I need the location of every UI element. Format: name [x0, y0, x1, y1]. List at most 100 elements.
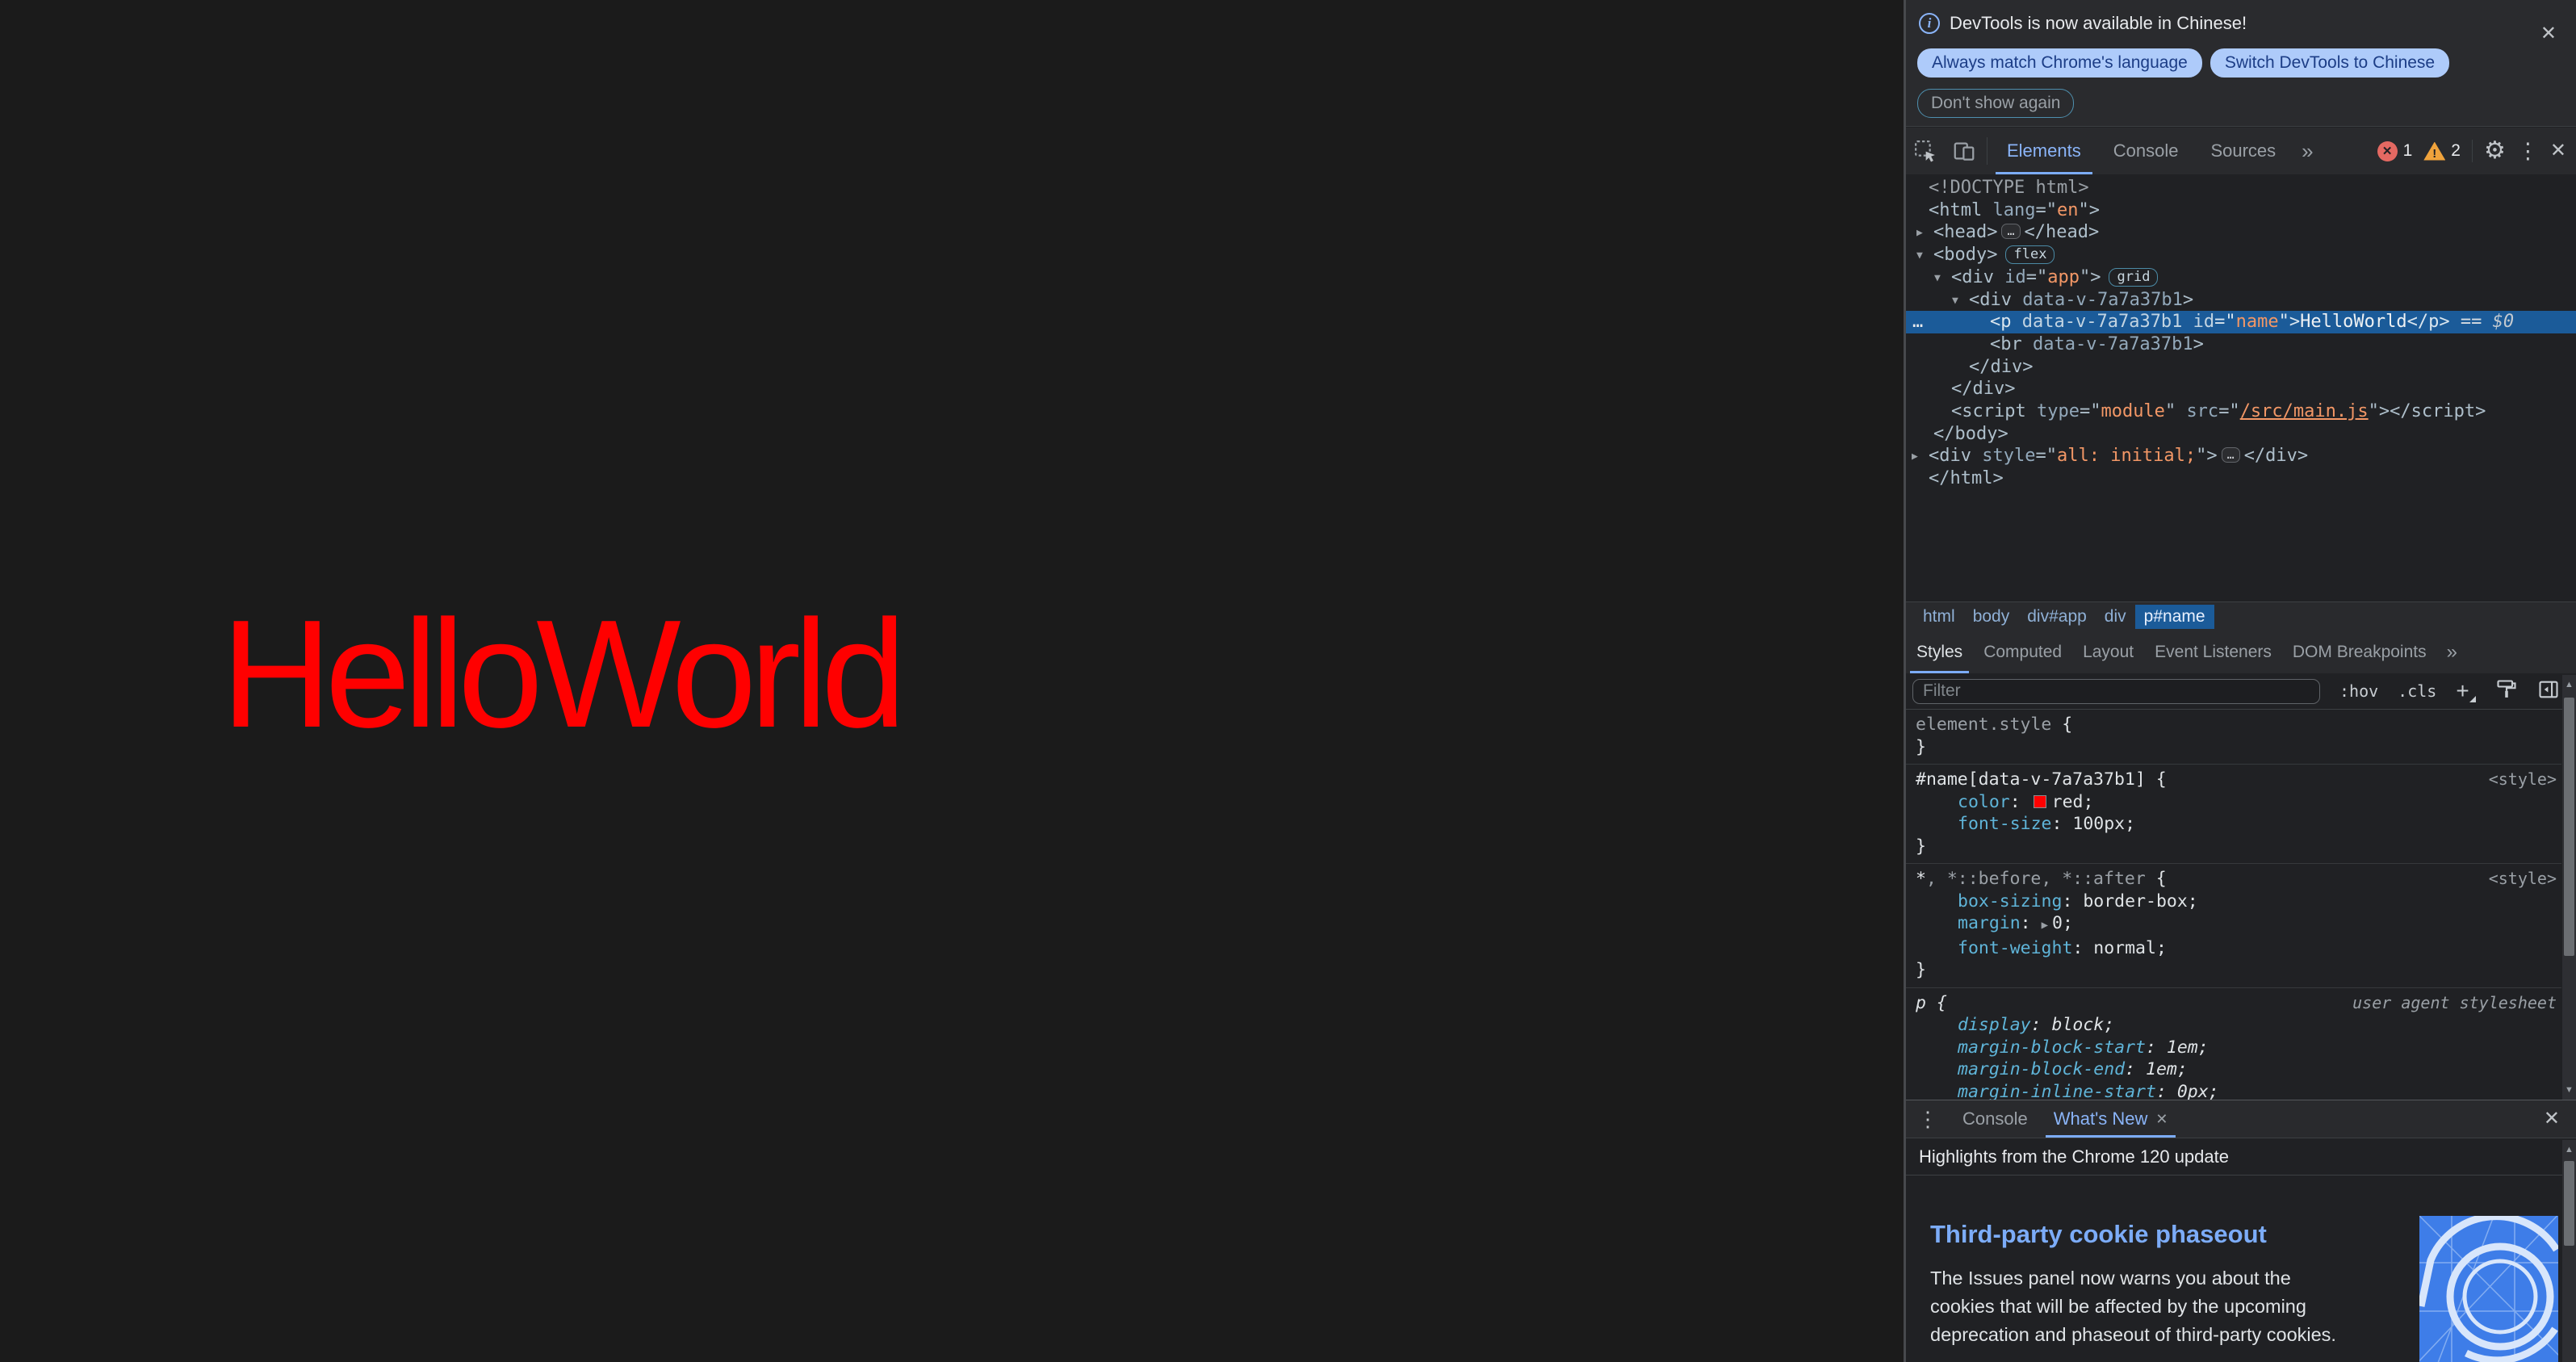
format-paint-icon[interactable]: [2495, 678, 2518, 705]
dom-tree-line[interactable]: ▼ <div id="app"> grid: [1906, 266, 2576, 289]
drawer-tab-console[interactable]: Console: [1950, 1100, 2041, 1138]
tab-computed[interactable]: Computed: [1973, 631, 2072, 673]
tab-event-listeners[interactable]: Event Listeners: [2144, 631, 2282, 673]
dom-tree-line[interactable]: <br data-v-7a7a37b1>: [1906, 333, 2576, 356]
dom-tree-line[interactable]: </div>: [1906, 356, 2576, 379]
switch-devtools-chinese-button[interactable]: Switch DevTools to Chinese: [2209, 48, 2450, 78]
warning-badge[interactable]: ! 2: [2423, 141, 2461, 161]
css-property-margin-block-start[interactable]: margin-block-start: 1em;: [1916, 1037, 2552, 1059]
notification-close-icon[interactable]: ✕: [2540, 24, 2557, 44]
code-token: <body>: [1933, 245, 1998, 266]
scroll-up-icon[interactable]: ▲: [2562, 1145, 2576, 1155]
tab-styles[interactable]: Styles: [1906, 631, 1973, 673]
toggle-pseudo-state-button[interactable]: :hov: [2339, 681, 2378, 701]
property-name: font-size: [1958, 814, 2052, 834]
expand-ellipsis-button[interactable]: …: [2001, 224, 2021, 240]
stylesheet-source-link[interactable]: <style>: [2489, 868, 2557, 891]
dont-show-again-button[interactable]: Don't show again: [1917, 89, 2075, 118]
breadcrumb-item-html[interactable]: html: [1914, 605, 1964, 629]
scrollbar-thumb[interactable]: [2564, 1161, 2574, 1246]
code-token: data-v-7a7a37b1: [2022, 289, 2183, 310]
scroll-down-icon[interactable]: ▼: [2562, 1085, 2576, 1095]
css-property-font-size[interactable]: font-size: 100px;: [1916, 813, 2552, 836]
breadcrumb-item-div[interactable]: div: [2096, 605, 2135, 629]
more-tabs-icon[interactable]: »: [2292, 128, 2323, 174]
expand-shorthand-icon[interactable]: ▶: [2042, 919, 2048, 932]
browser-page: HelloWorld: [0, 0, 1904, 1362]
dom-tree-line-selected[interactable]: … <p data-v-7a7a37b1 id="name">HelloWorld…: [1906, 311, 2576, 333]
whats-new-body: Third-party cookie phaseout The Issues p…: [1906, 1176, 2576, 1362]
id-name-rule: <style> #name[data-v-7a7a37b1] {color: re…: [1906, 765, 2561, 864]
notification-message-row: i DevTools is now available in Chinese!: [1919, 13, 2247, 34]
dom-tree-line[interactable]: <!DOCTYPE html>: [1906, 177, 2576, 199]
more-sidebar-tabs-icon[interactable]: »: [2437, 631, 2467, 673]
dom-tree-line[interactable]: </body>: [1906, 423, 2576, 446]
collapse-arrow-icon[interactable]: ▼: [1952, 290, 1958, 312]
rule-selector[interactable]: #name[data-v-7a7a37b1] {: [1916, 769, 2552, 791]
dom-tree-line[interactable]: ▶ <head>… </head>: [1906, 221, 2576, 244]
css-property-margin-block-end[interactable]: margin-block-end: 1em;: [1916, 1058, 2552, 1081]
code-token: app: [2047, 266, 2080, 287]
code-token: type: [2036, 401, 2080, 422]
css-property-display[interactable]: display: block;: [1916, 1014, 2552, 1037]
computed-sidebar-toggle-icon[interactable]: [2537, 678, 2560, 705]
tab-layout[interactable]: Layout: [2072, 631, 2144, 673]
tab-sources[interactable]: Sources: [2194, 128, 2292, 174]
code-token: ==: [2449, 312, 2493, 333]
breadcrumb-item-pname[interactable]: p#name: [2134, 605, 2214, 629]
drawer-tab-what-s-new[interactable]: What's New ✕: [2041, 1100, 2181, 1138]
whats-new-section-title[interactable]: Third-party cookie phaseout: [1930, 1220, 2267, 1249]
device-toolbar-icon[interactable]: [1945, 128, 1983, 174]
match-chrome-language-button[interactable]: Always match Chrome's language: [1917, 48, 2202, 78]
drawer-kebab-menu-icon[interactable]: ⋮: [1906, 1100, 1950, 1138]
css-property-margin[interactable]: margin: ▶ 0;: [1916, 912, 2552, 937]
kebab-menu-icon[interactable]: ⋮: [2517, 140, 2539, 162]
settings-gear-icon[interactable]: ⚙: [2484, 139, 2506, 163]
tab-elements[interactable]: Elements: [1991, 128, 2097, 174]
css-property-color[interactable]: color: red;: [1916, 791, 2552, 814]
expand-arrow-icon[interactable]: ▶: [1916, 222, 1923, 245]
collapse-arrow-icon[interactable]: ▼: [1916, 245, 1923, 267]
breadcrumb-item-divapp[interactable]: div#app: [2018, 605, 2096, 629]
error-badge[interactable]: ✕ 1: [2377, 140, 2412, 161]
tab-dom-breakpoints[interactable]: DOM Breakpoints: [2282, 631, 2437, 673]
dom-tree-line[interactable]: ▶ <div style="all: initial;">… </div>: [1906, 445, 2576, 467]
rule-selector[interactable]: element.style {: [1916, 714, 2552, 736]
property-value: normal;: [2093, 937, 2167, 958]
breadcrumb-item-body[interactable]: body: [1964, 605, 2019, 629]
dom-tree-line[interactable]: ▼ <body> flex: [1906, 244, 2576, 266]
code-token: <br: [1990, 333, 2033, 354]
color-swatch[interactable]: [2033, 794, 2046, 808]
scroll-up-icon[interactable]: ▲: [2562, 680, 2576, 689]
toggle-element-classes-button[interactable]: .cls: [2398, 681, 2436, 701]
styles-filter-input[interactable]: [1912, 678, 2320, 704]
rule-selector[interactable]: *, *::before, *::after {: [1916, 868, 2552, 891]
collapse-arrow-icon[interactable]: ▼: [1934, 267, 1941, 290]
new-style-rule-button[interactable]: +: [2456, 678, 2476, 704]
whats-new-section-text: The Issues panel now warns you about the…: [1930, 1268, 2336, 1345]
dom-tree-line[interactable]: <script type="module" src="/src/main.js"…: [1906, 400, 2576, 423]
css-property-box-sizing[interactable]: box-sizing: border-box;: [1916, 891, 2552, 913]
source-link[interactable]: /src/main.js: [2240, 401, 2369, 421]
notification-actions: Always match Chrome's language Switch Dev…: [1917, 48, 2450, 78]
tab-console[interactable]: Console: [2097, 128, 2195, 174]
grid-badge[interactable]: grid: [2109, 267, 2159, 287]
css-property-font-weight[interactable]: font-weight: normal;: [1916, 937, 2552, 960]
flex-badge[interactable]: flex: [2005, 245, 2055, 265]
stylesheet-source-link[interactable]: user agent stylesheet: [2352, 992, 2557, 1015]
expand-ellipsis-button[interactable]: …: [2221, 447, 2240, 463]
drawer-close-icon[interactable]: ✕: [2544, 1100, 2576, 1138]
dom-tree-line[interactable]: </div>: [1906, 378, 2576, 400]
warning-count: 2: [2451, 141, 2461, 160]
dom-tree-line[interactable]: </html>: [1906, 467, 2576, 490]
expand-arrow-icon[interactable]: ▶: [1912, 446, 1918, 468]
inspect-element-icon[interactable]: [1906, 128, 1945, 174]
css-property-margin-inline-start[interactable]: margin-inline-start: 0px;: [1916, 1081, 2552, 1100]
stylesheet-source-link[interactable]: <style>: [2489, 769, 2557, 791]
scrollbar-thumb[interactable]: [2564, 698, 2574, 956]
tab-close-icon[interactable]: ✕: [2155, 1111, 2168, 1128]
dom-tree-line[interactable]: ▼ <div data-v-7a7a37b1>: [1906, 289, 2576, 312]
devtools-close-icon[interactable]: ✕: [2550, 141, 2566, 161]
dom-tree-line[interactable]: <html lang="en">: [1906, 199, 2576, 222]
selector-token: #name[data-v-7a7a37b1]: [1916, 769, 2146, 790]
